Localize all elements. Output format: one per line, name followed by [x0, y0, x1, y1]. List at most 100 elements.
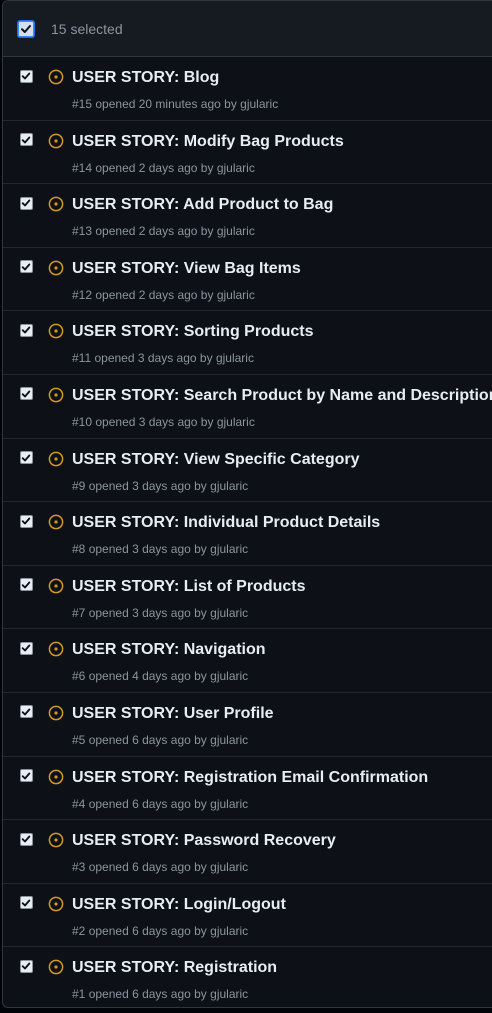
issue-checkbox[interactable] [17, 194, 35, 212]
issue-row: USER STORY: Registration #1 opened 6 day… [3, 947, 492, 1007]
issue-title[interactable]: USER STORY: Registration [72, 959, 277, 977]
issue-meta: #3 opened 6 days ago by gjularic [72, 860, 248, 874]
issue-author-link[interactable]: gjularic [210, 860, 248, 874]
issue-opened-icon [48, 896, 64, 912]
issue-title[interactable]: USER STORY: Registration Email Confirmat… [72, 769, 428, 787]
issue-author-link[interactable]: gjularic [240, 97, 278, 111]
issue-opened-text: opened 3 days ago by [88, 542, 207, 557]
issue-opened-icon [48, 959, 64, 975]
issue-list-panel: 15 selected USER STORY: Blog #15 opened … [2, 0, 492, 1008]
issue-number: #1 [72, 987, 86, 1002]
issue-row: USER STORY: Individual Product Details #… [3, 502, 492, 566]
issue-checkbox[interactable] [17, 957, 35, 975]
checkbox-checked-icon [19, 196, 33, 210]
issue-title[interactable]: USER STORY: Login/Logout [72, 896, 286, 914]
issue-row: USER STORY: Sorting Products #11 opened … [3, 311, 492, 375]
issue-row: USER STORY: Add Product to Bag #13 opene… [3, 184, 492, 248]
issue-meta: #8 opened 3 days ago by gjularic [72, 542, 248, 556]
issue-author-link[interactable]: gjularic [217, 288, 255, 302]
issue-row: USER STORY: Navigation #6 opened 4 days … [3, 629, 492, 693]
issue-checkbox[interactable] [17, 385, 35, 403]
checkbox-checked-icon [19, 69, 33, 83]
issue-author-link[interactable]: gjularic [210, 606, 248, 620]
issue-checkbox[interactable] [17, 639, 35, 657]
issue-meta: #11 opened 3 days ago by gjularic [72, 351, 254, 365]
issue-meta: #10 opened 3 days ago by gjularic [72, 415, 255, 429]
issue-checkbox[interactable] [17, 767, 35, 785]
checkbox-checked-icon [19, 133, 33, 147]
issue-checkbox[interactable] [17, 894, 35, 912]
issue-title[interactable]: USER STORY: View Bag Items [72, 260, 301, 278]
issue-number: #12 [72, 287, 93, 302]
issue-opened-text: opened 3 days ago by [88, 478, 207, 493]
issue-author-link[interactable]: gjularic [210, 797, 248, 811]
issue-opened-icon [48, 641, 64, 657]
issue-opened-icon [48, 578, 64, 594]
issue-opened-text: opened 20 minutes ago by [95, 97, 237, 111]
issue-author-link[interactable]: gjularic [217, 161, 255, 175]
issue-opened-text: opened 6 days ago by [88, 860, 207, 875]
issue-number: #10 [72, 414, 93, 429]
issue-opened-text: opened 2 days ago by [95, 160, 214, 175]
select-all-checkbox[interactable] [17, 20, 35, 38]
checkbox-checked-icon [19, 451, 33, 465]
issue-checkbox[interactable] [17, 67, 35, 85]
checkbox-checked-icon [19, 641, 33, 655]
issue-author-link[interactable]: gjularic [210, 733, 248, 747]
issue-opened-text: opened 6 days ago by [88, 796, 207, 811]
issue-list-header: 15 selected [3, 1, 492, 57]
issue-meta: #9 opened 3 days ago by gjularic [72, 479, 248, 493]
issue-title[interactable]: USER STORY: Sorting Products [72, 323, 314, 341]
issue-number: #7 [72, 605, 86, 620]
issue-opened-icon [48, 260, 64, 276]
issue-number: #11 [72, 351, 92, 366]
issue-opened-text: opened 2 days ago by [95, 287, 214, 302]
issue-title[interactable]: USER STORY: Search Product by Name and D… [72, 387, 492, 405]
issue-author-link[interactable]: gjularic [217, 224, 255, 238]
issue-author-link[interactable]: gjularic [210, 987, 248, 1001]
issue-checkbox[interactable] [17, 703, 35, 721]
issue-opened-icon [48, 705, 64, 721]
issue-checkbox[interactable] [17, 131, 35, 149]
issue-meta: #13 opened 2 days ago by gjularic [72, 224, 255, 238]
issue-title[interactable]: USER STORY: Add Product to Bag [72, 196, 333, 214]
issue-number: #4 [72, 796, 86, 811]
issue-number: #15 [72, 97, 93, 111]
checkbox-checked-icon [19, 514, 33, 528]
checkbox-checked-icon [19, 387, 33, 401]
issue-checkbox[interactable] [17, 576, 35, 594]
issue-meta: #1 opened 6 days ago by gjularic [72, 987, 248, 1001]
issue-title[interactable]: USER STORY: Navigation [72, 641, 266, 659]
issue-author-link[interactable]: gjularic [210, 924, 248, 938]
issue-checkbox[interactable] [17, 449, 35, 467]
issue-number: #14 [72, 160, 93, 175]
issue-meta: #14 opened 2 days ago by gjularic [72, 161, 255, 175]
issue-row: USER STORY: List of Products #7 opened 3… [3, 566, 492, 630]
issue-author-link[interactable]: gjularic [210, 542, 248, 556]
issue-title[interactable]: USER STORY: Modify Bag Products [72, 133, 344, 151]
issue-author-link[interactable]: gjularic [217, 415, 255, 429]
issue-title[interactable]: USER STORY: View Specific Category [72, 451, 360, 469]
issue-row: USER STORY: View Bag Items #12 opened 2 … [3, 248, 492, 312]
issue-checkbox[interactable] [17, 258, 35, 276]
issue-number: #6 [72, 669, 86, 684]
issue-checkbox[interactable] [17, 830, 35, 848]
issue-number: #3 [72, 860, 86, 875]
issue-row: USER STORY: View Specific Category #9 op… [3, 439, 492, 503]
issue-title[interactable]: USER STORY: User Profile [72, 705, 274, 723]
issue-checkbox[interactable] [17, 321, 35, 339]
issue-checkbox[interactable] [17, 512, 35, 530]
issue-title[interactable]: USER STORY: Blog [72, 69, 219, 87]
checkbox-checked-icon [19, 959, 33, 973]
issue-author-link[interactable]: gjularic [210, 669, 248, 683]
checkbox-checked-icon [19, 578, 33, 592]
issue-opened-icon [48, 832, 64, 848]
issue-list: USER STORY: Blog #15 opened 20 minutes a… [3, 57, 492, 1007]
issue-title[interactable]: USER STORY: Individual Product Details [72, 514, 380, 532]
issue-author-link[interactable]: gjularic [210, 479, 248, 493]
issue-title[interactable]: USER STORY: List of Products [72, 578, 306, 596]
issue-title[interactable]: USER STORY: Password Recovery [72, 832, 336, 850]
issue-meta: #2 opened 6 days ago by gjularic [72, 924, 248, 938]
issue-author-link[interactable]: gjularic [216, 351, 254, 365]
issue-row: USER STORY: User Profile #5 opened 6 day… [3, 693, 492, 757]
